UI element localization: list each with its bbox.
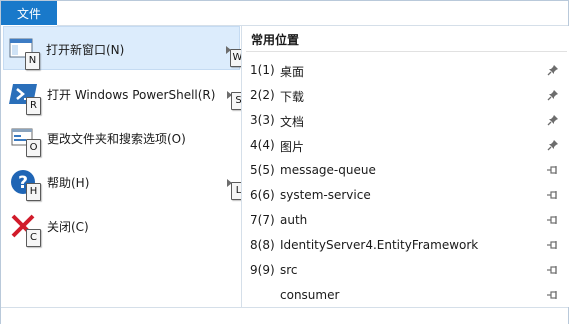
menu-item-label: 打开 Windows PowerShell(R) [47, 88, 216, 102]
menu-item-open-new-window[interactable]: 打开新窗口(N) N W [3, 26, 245, 70]
menu-item-close[interactable]: 关闭(C) C [5, 204, 238, 248]
list-item[interactable]: 1(1) 桌面 [242, 57, 569, 82]
list-item-name: 桌面 [280, 65, 305, 79]
list-item[interactable]: 4(4) 图片 [242, 132, 569, 157]
list-item-name: auth [280, 213, 308, 227]
list-item-number: 5(5) [250, 163, 275, 177]
unpinned-icon[interactable] [547, 264, 559, 276]
pinned-icon[interactable] [547, 114, 559, 126]
list-item[interactable]: 9(9) src [242, 257, 569, 282]
list-item[interactable]: 5(5) message-queue [242, 157, 569, 182]
pinned-icon[interactable] [547, 139, 559, 151]
unpinned-icon[interactable] [547, 289, 559, 301]
pinned-icon[interactable] [547, 64, 559, 76]
list-item-number: 4(4) [250, 138, 275, 152]
file-tab-label: 文件 [16, 6, 41, 21]
list-item-name: src [280, 263, 298, 277]
unpinned-icon[interactable] [547, 239, 559, 251]
menu-item-label: 帮助(H) [47, 176, 90, 190]
list-item-number: 2(2) [250, 88, 275, 102]
menu-item-label: 打开新窗口(N) [46, 43, 125, 57]
list-item[interactable]: 8(8) IdentityServer4.EntityFramework [242, 232, 569, 257]
menu-item-help[interactable]: ? 帮助(H) H L [5, 160, 246, 204]
list-item-number: 8(8) [250, 238, 275, 252]
list-item-number: 6(6) [250, 188, 275, 202]
keytip-badge: H [26, 183, 41, 201]
keytip-badge: C [26, 229, 41, 247]
pinned-icon[interactable] [547, 89, 559, 101]
header-divider [246, 51, 567, 52]
unpinned-icon[interactable] [547, 214, 559, 226]
list-item-name: IdentityServer4.EntityFramework [280, 238, 479, 252]
file-tab[interactable]: 文件 [1, 1, 57, 25]
menu-item-folder-options[interactable]: 更改文件夹和搜索选项(O) O [5, 116, 238, 160]
keytip-badge: R [26, 97, 41, 115]
menu-item-open-powershell[interactable]: 打开 Windows PowerShell(R) R S [5, 72, 246, 116]
menu-footer [1, 307, 568, 324]
list-item-name: message-queue [280, 163, 376, 177]
list-item-number: 1(1) [250, 63, 275, 77]
list-item-number: 7(7) [250, 213, 275, 227]
list-item[interactable]: 3(3) 文档 [242, 107, 569, 132]
list-item-number: 3(3) [250, 113, 275, 127]
list-item-name: consumer [280, 288, 340, 302]
ribbon-tab-strip [57, 1, 568, 26]
list-item[interactable]: 6(6) system-service [242, 182, 569, 207]
menu-item-label: 更改文件夹和搜索选项(O) [47, 132, 186, 146]
menu-item-label: 关闭(C) [47, 220, 89, 234]
list-item-number: 9(9) [250, 263, 275, 277]
list-item[interactable]: 2(2) 下载 [242, 82, 569, 107]
file-menu-commands: 打开新窗口(N) N W 打开 Windows PowerShell(R) R … [1, 26, 246, 307]
file-menu-backstage: 文件 打开新窗口(N) N W 打开 Windows PowerShell(R)… [0, 0, 569, 324]
list-item-name: 图片 [280, 140, 305, 154]
unpinned-icon[interactable] [547, 189, 559, 201]
unpinned-icon[interactable] [547, 164, 559, 176]
list-item-name: system-service [280, 188, 371, 202]
frequent-places-header: 常用位置 [251, 33, 300, 47]
list-item-name: 文档 [280, 115, 305, 129]
list-item[interactable]: 7(7) auth [242, 207, 569, 232]
frequent-places-panel: 常用位置 1(1) 桌面 2(2) 下载 3(3) 文档 4(4) 图片 5(5… [242, 26, 569, 307]
list-item-name: 下载 [280, 90, 305, 104]
list-item[interactable]: consumer [242, 282, 569, 307]
keytip-badge: N [25, 52, 40, 70]
keytip-badge: O [26, 139, 41, 157]
